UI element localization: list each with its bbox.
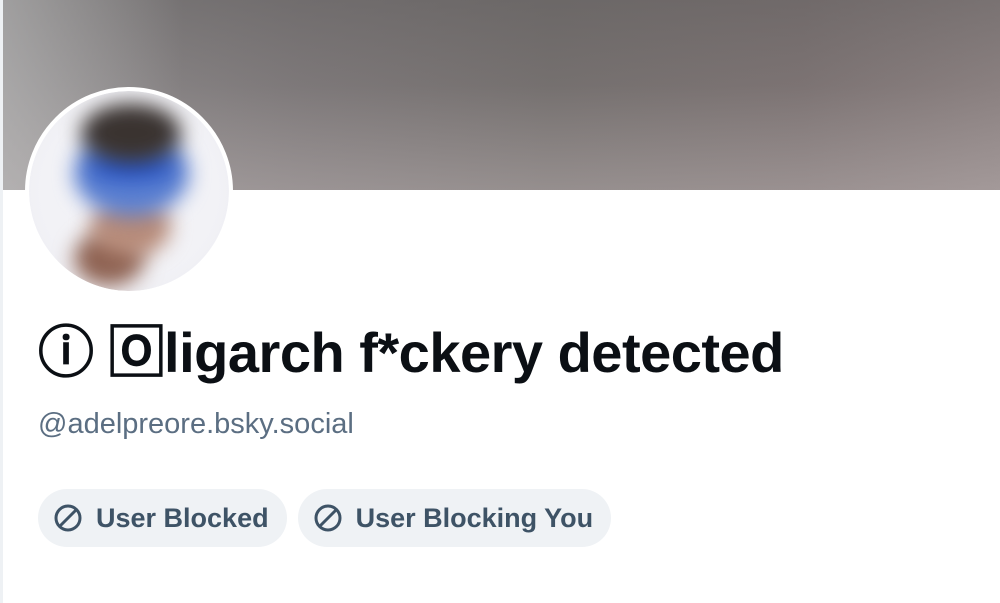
badge-label: User Blocked: [96, 502, 269, 533]
block-icon: [312, 502, 344, 534]
user-blocking-you-badge[interactable]: User Blocking You: [297, 489, 612, 547]
user-blocked-badge[interactable]: User Blocked: [38, 489, 287, 547]
badge-label: User Blocking You: [355, 502, 594, 533]
avatar-image: [29, 91, 229, 291]
avatar[interactable]: [25, 87, 233, 295]
profile-page: ⓘ 🄾ligarch f*ckery detected @adelpreore.…: [0, 0, 1000, 603]
display-name: ⓘ 🄾ligarch f*ckery detected: [38, 321, 784, 384]
block-status-badges: User Blocked User Blocking You: [38, 489, 612, 547]
user-handle[interactable]: @adelpreore.bsky.social: [38, 404, 354, 444]
block-icon: [52, 502, 84, 534]
